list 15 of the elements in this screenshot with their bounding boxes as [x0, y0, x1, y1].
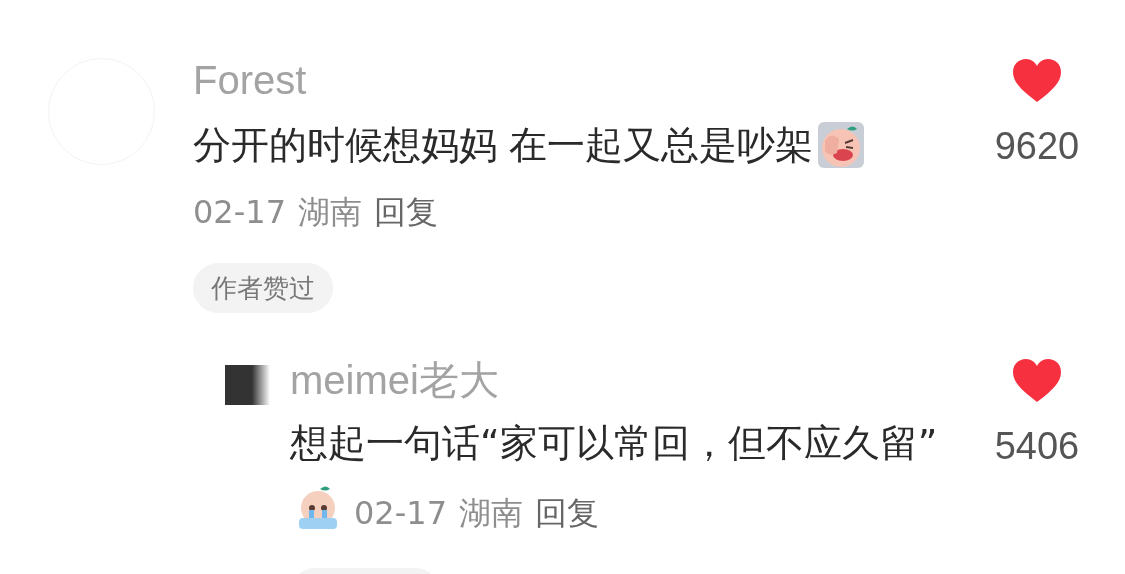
reply-link[interactable]: 回复	[374, 192, 438, 232]
like-count: 9620	[994, 124, 1080, 168]
comment-location: 湖南	[298, 192, 362, 232]
comment-location: 湖南	[459, 494, 523, 532]
heart-icon[interactable]	[1011, 358, 1063, 404]
comment-date: 02-17	[193, 192, 286, 232]
comment-date: 02-17	[354, 494, 447, 532]
heart-icon[interactable]	[1011, 58, 1063, 104]
comment-text: 想起一句话“家可以常回，但不应久留”	[290, 421, 938, 465]
reply-link[interactable]: 回复	[535, 494, 599, 532]
avatar[interactable]	[225, 365, 270, 405]
like-count: 5406	[994, 424, 1080, 468]
author-liked-badge: 作者赞过	[193, 263, 333, 313]
sticker-icon	[817, 121, 866, 169]
comment-text: 分开的时候想妈妈 在一起又总是吵架	[193, 122, 814, 169]
